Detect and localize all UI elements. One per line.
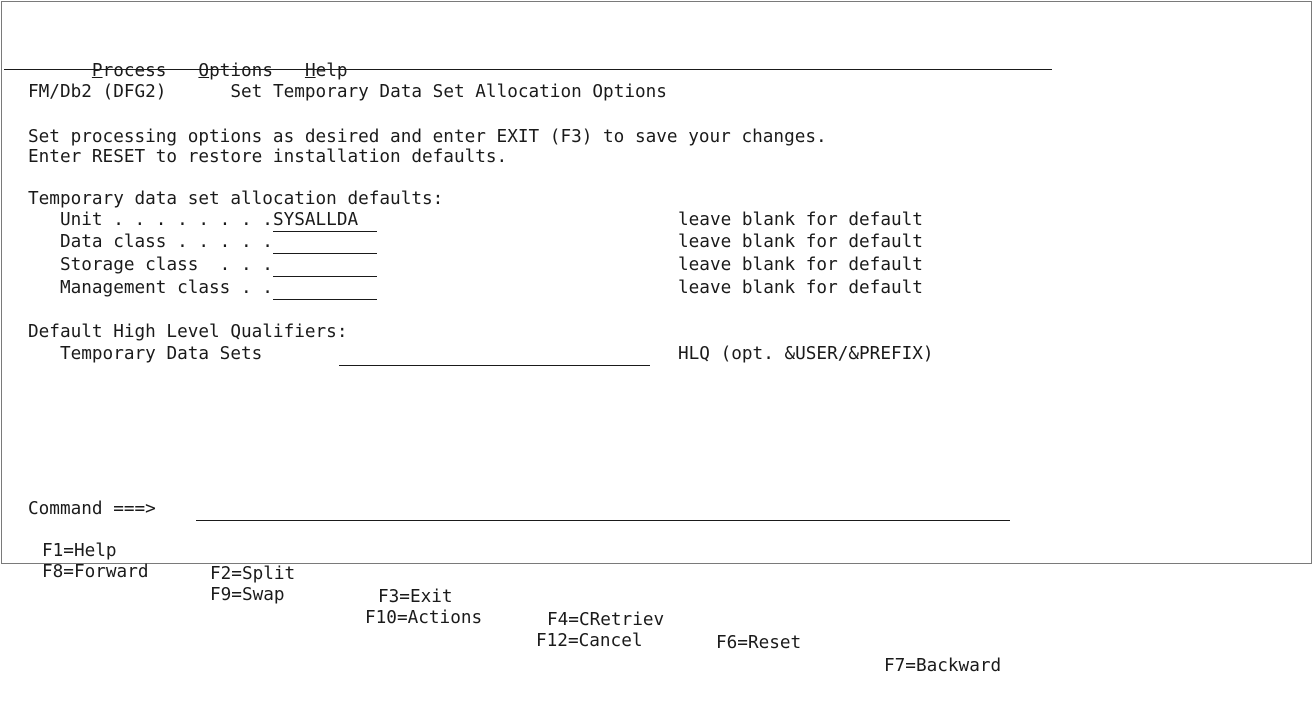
hlq-temp-hint: HLQ (opt. &USER/&PREFIX) bbox=[678, 344, 934, 364]
data-class-label: Data class . . . . . bbox=[59, 232, 273, 252]
unit-row: Unit . . . . . . . . leave blank for defa… bbox=[28, 209, 923, 232]
fkey-f8[interactable]: F8=Forward bbox=[42, 561, 149, 584]
data-class-row: Data class . . . . . leave blank for defa… bbox=[28, 231, 923, 254]
hlq-temp-label: Temporary Data Sets bbox=[59, 344, 263, 364]
storage-class-hint: leave blank for default bbox=[678, 255, 923, 275]
storage-class-label: Storage class . . . bbox=[59, 255, 273, 275]
fkey-f3[interactable]: F3=Exit bbox=[378, 586, 453, 609]
command-input[interactable] bbox=[196, 498, 1010, 521]
mgmt-class-hint: leave blank for default bbox=[678, 278, 923, 298]
fkey-f12[interactable]: F12=Cancel bbox=[536, 630, 643, 653]
panel-header: FM/Db2 (DFG2) Set Temporary Data Set All… bbox=[28, 81, 667, 104]
menu-options[interactable]: Options bbox=[198, 61, 273, 81]
mgmt-class-row: Management class . . leave blank for defa… bbox=[28, 277, 923, 300]
fkey-f2[interactable]: F2=Split bbox=[210, 563, 295, 586]
mgmt-class-label: Management class . . bbox=[59, 278, 273, 298]
menu-help[interactable]: Help bbox=[305, 61, 348, 81]
unit-field[interactable] bbox=[272, 209, 377, 232]
hlq-temp-field[interactable] bbox=[339, 343, 650, 366]
instruction-line-2: Enter RESET to restore installation defa… bbox=[28, 147, 508, 167]
hlq-heading: Default High Level Qualifiers: bbox=[28, 322, 348, 342]
fkeys-row-2: F8=Forward F9=Swap F10=Actions F12=Cance… bbox=[28, 538, 643, 651]
menu-process[interactable]: Process bbox=[92, 61, 167, 81]
storage-class-row: Storage class . . . leave blank for defau… bbox=[28, 254, 923, 277]
product-id: FM/Db2 (DFG2) bbox=[28, 82, 167, 102]
action-bar-divider bbox=[4, 69, 1052, 70]
fkey-f6[interactable]: F6=Reset bbox=[716, 632, 801, 655]
mgmt-class-field[interactable] bbox=[272, 277, 377, 300]
fkeys-row-1: F1=Help F2=Split F3=Exit F4=CRetriev F6=… bbox=[28, 517, 1001, 676]
data-class-field[interactable] bbox=[272, 231, 377, 254]
alloc-heading: Temporary data set allocation defaults: bbox=[28, 189, 444, 209]
page-title: Set Temporary Data Set Allocation Option… bbox=[230, 82, 667, 102]
storage-class-field[interactable] bbox=[272, 254, 377, 277]
terminal-window: Process Options Help FM/Db2 (DFG2) Set T… bbox=[1, 1, 1312, 676]
fkey-f9[interactable]: F9=Swap bbox=[210, 584, 285, 607]
data-class-hint: leave blank for default bbox=[678, 232, 923, 252]
fkey-f10[interactable]: F10=Actions bbox=[365, 607, 482, 630]
fkey-f7[interactable]: F7=Backward bbox=[884, 655, 1001, 678]
fkey-f4[interactable]: F4=CRetriev bbox=[547, 609, 664, 632]
unit-label: Unit . . . . . . . . bbox=[59, 210, 273, 230]
action-bar: Process Options Help bbox=[28, 37, 348, 81]
hlq-row: Temporary Data Sets HLQ (opt. &USER/&PRE… bbox=[28, 343, 934, 366]
unit-hint: leave blank for default bbox=[678, 210, 923, 230]
command-label: Command ===> bbox=[28, 499, 156, 519]
